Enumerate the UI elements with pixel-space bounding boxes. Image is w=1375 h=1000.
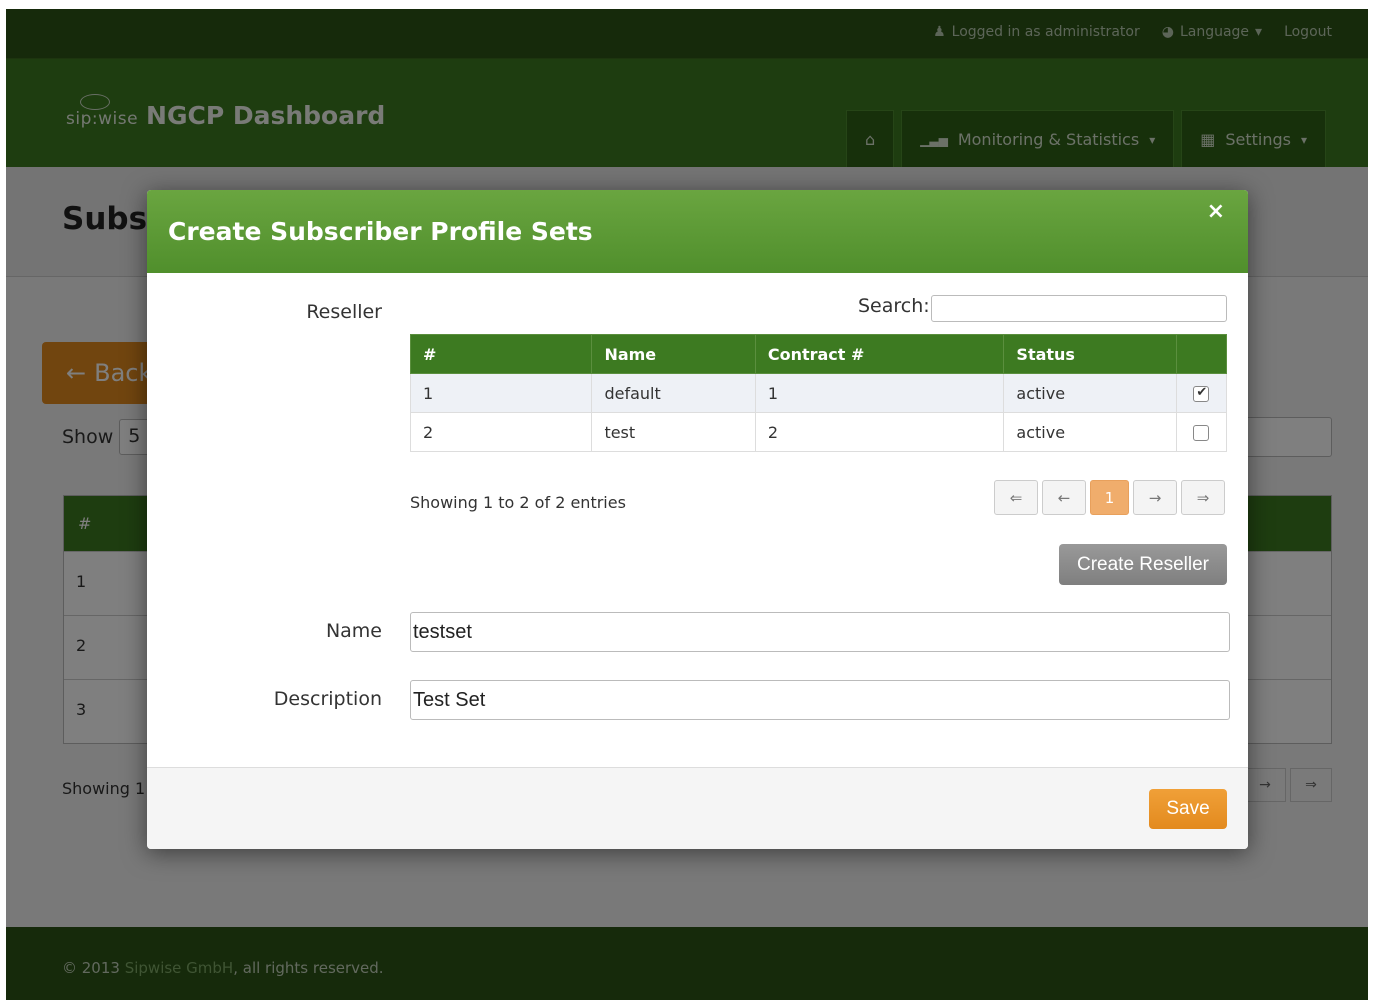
modal-header: Create Subscriber Profile Sets × bbox=[147, 190, 1248, 273]
reseller-search-input[interactable] bbox=[931, 295, 1227, 322]
name-label: Name bbox=[325, 620, 382, 642]
table-info: Showing 1 to 2 of 2 entries bbox=[410, 493, 626, 512]
pagination: ⇐ ← 1 → ⇒ bbox=[994, 480, 1225, 515]
pager-page-1[interactable]: 1 bbox=[1090, 480, 1129, 515]
cell-select bbox=[1175, 373, 1228, 413]
cell-select bbox=[1175, 412, 1228, 452]
pager-next[interactable]: → bbox=[1133, 480, 1177, 515]
cell-id: 1 bbox=[409, 373, 593, 413]
description-field[interactable]: Test Set bbox=[410, 680, 1230, 720]
pager-first[interactable]: ⇐ bbox=[994, 480, 1038, 515]
create-profile-set-dialog: Create Subscriber Profile Sets × Reselle… bbox=[147, 190, 1248, 849]
table-row[interactable]: 1 default 1 active bbox=[409, 373, 1228, 413]
modal-footer: Save bbox=[147, 767, 1248, 849]
name-field[interactable]: testset bbox=[410, 612, 1230, 652]
cell-contract: 1 bbox=[754, 373, 1005, 413]
cell-id: 2 bbox=[409, 412, 593, 452]
reseller-table: # Name Contract # Status 1 default 1 act… bbox=[409, 334, 1228, 452]
table-row[interactable]: 2 test 2 active bbox=[409, 412, 1228, 452]
cell-status: active bbox=[1003, 412, 1177, 452]
row-checkbox[interactable] bbox=[1193, 425, 1210, 441]
modal-title: Create Subscriber Profile Sets bbox=[168, 217, 593, 246]
column-header-id[interactable]: # bbox=[409, 334, 593, 374]
column-header-contract[interactable]: Contract # bbox=[754, 334, 1005, 374]
save-button[interactable]: Save bbox=[1149, 789, 1227, 829]
pager-last[interactable]: ⇒ bbox=[1181, 480, 1225, 515]
cell-name: test bbox=[591, 412, 756, 452]
pager-prev[interactable]: ← bbox=[1042, 480, 1086, 515]
column-header-name[interactable]: Name bbox=[591, 334, 756, 374]
reseller-label: Reseller bbox=[306, 301, 382, 323]
table-header-row: # Name Contract # Status bbox=[409, 334, 1228, 374]
search-label: Search: bbox=[858, 295, 930, 317]
column-header-select bbox=[1175, 334, 1228, 374]
column-header-status[interactable]: Status bbox=[1003, 334, 1177, 374]
create-reseller-button[interactable]: Create Reseller bbox=[1059, 544, 1227, 585]
cell-contract: 2 bbox=[754, 412, 1005, 452]
cell-name: default bbox=[591, 373, 756, 413]
cell-status: active bbox=[1003, 373, 1177, 413]
close-icon[interactable]: × bbox=[1207, 199, 1225, 224]
row-checkbox[interactable] bbox=[1193, 385, 1210, 402]
description-label: Description bbox=[273, 688, 382, 710]
